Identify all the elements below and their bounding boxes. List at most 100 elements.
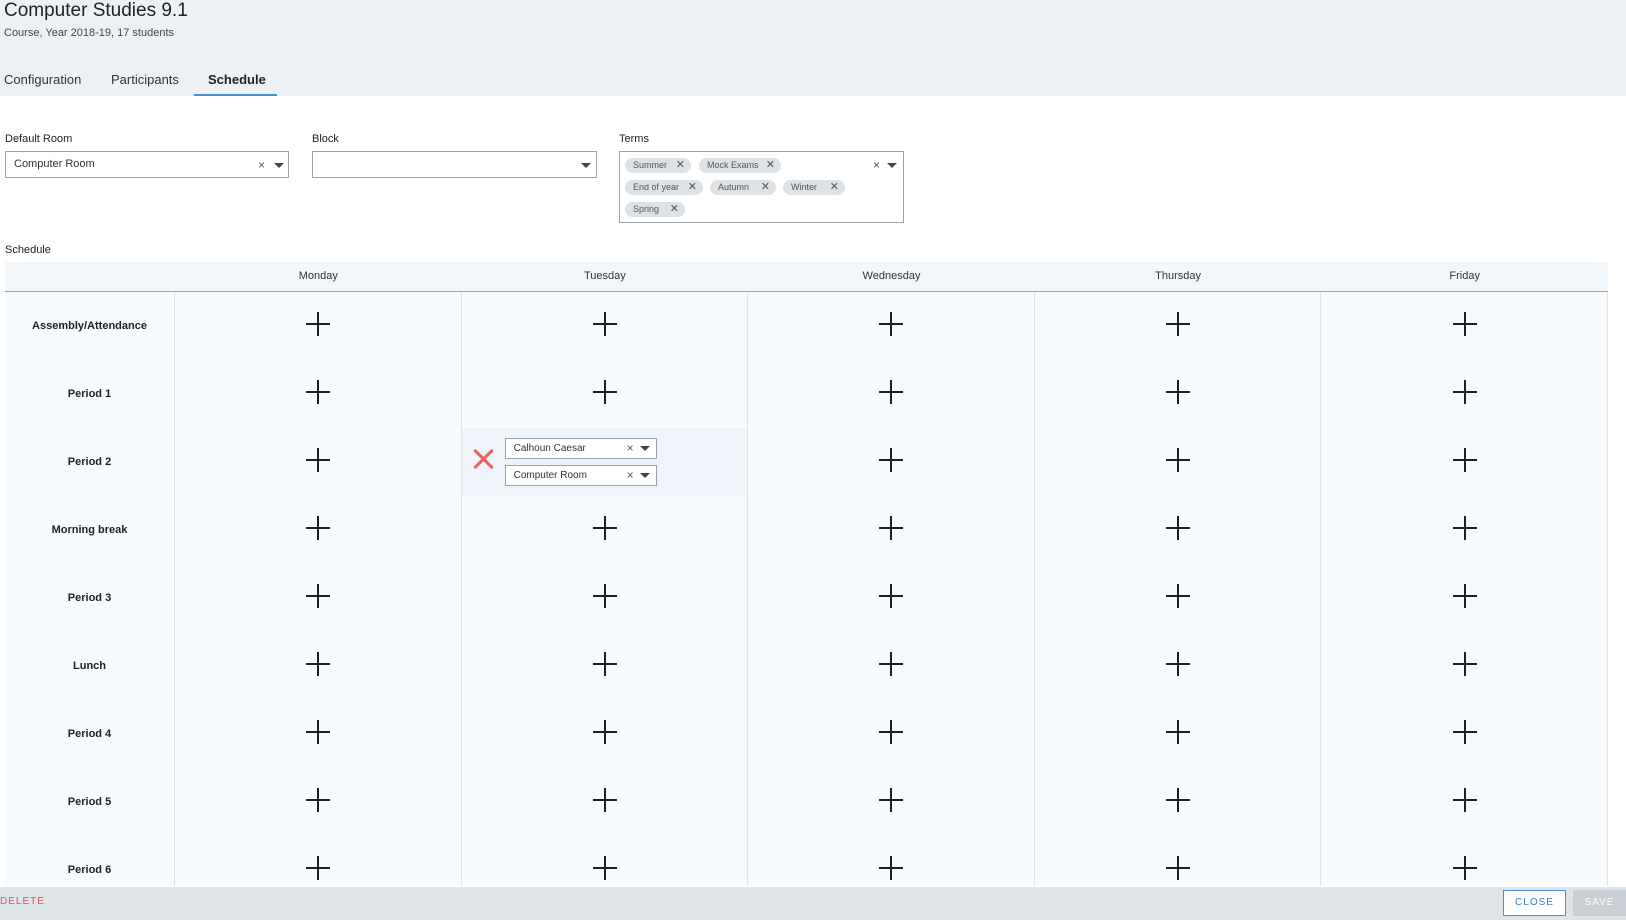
schedule-cell xyxy=(175,836,462,886)
add-slot-icon[interactable] xyxy=(306,380,331,404)
remove-chip-icon[interactable]: ✕ xyxy=(766,158,775,173)
add-slot-icon[interactable] xyxy=(592,380,617,404)
add-slot-icon[interactable] xyxy=(1166,448,1191,472)
add-slot-icon[interactable] xyxy=(879,720,904,744)
add-slot-icon[interactable] xyxy=(879,652,904,676)
add-slot-icon[interactable] xyxy=(879,448,904,472)
schedule-cell xyxy=(175,564,462,632)
remove-chip-icon[interactable]: ✕ xyxy=(761,180,770,195)
add-slot-icon[interactable] xyxy=(879,856,904,880)
terms-multiselect[interactable]: Summer ✕ Mock Exams ✕ End of year ✕ Autumn ✕… xyxy=(619,151,904,223)
period-label: Assembly/Attendance xyxy=(5,292,175,360)
add-slot-icon[interactable] xyxy=(879,380,904,404)
add-slot-icon[interactable] xyxy=(306,516,331,540)
add-slot-icon[interactable] xyxy=(1452,720,1477,744)
block-label: Block xyxy=(312,133,339,145)
teacher-select-clear-icon[interactable]: × xyxy=(627,442,634,454)
term-chip-summer: Summer ✕ xyxy=(625,158,691,173)
schedule-cell xyxy=(1035,564,1322,632)
add-slot-icon[interactable] xyxy=(1166,720,1191,744)
tab-schedule[interactable]: Schedule xyxy=(208,72,266,87)
save-button[interactable]: SAVE xyxy=(1573,890,1626,916)
schedule-cell xyxy=(1321,496,1608,564)
add-slot-icon[interactable] xyxy=(592,720,617,744)
schedule-cell xyxy=(748,768,1035,836)
schedule-cell-assigned: Calhoun Caesar × Computer Room × xyxy=(461,428,749,496)
schedule-cell xyxy=(462,836,749,886)
add-slot-icon[interactable] xyxy=(1166,516,1191,540)
add-slot-icon[interactable] xyxy=(1452,448,1477,472)
add-slot-icon[interactable] xyxy=(879,584,904,608)
add-slot-icon[interactable] xyxy=(1166,652,1191,676)
remove-chip-icon[interactable]: ✕ xyxy=(670,202,679,217)
add-slot-icon[interactable] xyxy=(592,312,617,336)
add-slot-icon[interactable] xyxy=(306,720,331,744)
close-button[interactable]: CLOSE xyxy=(1503,890,1566,916)
add-slot-icon[interactable] xyxy=(306,448,331,472)
period-label: Period 1 xyxy=(5,360,175,428)
page-title: Computer Studies 9.1 xyxy=(4,0,188,21)
schedule-label: Schedule xyxy=(5,244,51,256)
tab-configuration[interactable]: Configuration xyxy=(4,72,81,87)
terms-clear-icon[interactable]: × xyxy=(873,159,880,171)
default-room-select[interactable]: Computer Room × xyxy=(5,151,289,178)
remove-chip-icon[interactable]: ✕ xyxy=(688,180,697,195)
add-slot-icon[interactable] xyxy=(1166,788,1191,812)
add-slot-icon[interactable] xyxy=(1452,312,1477,336)
default-room-clear-icon[interactable]: × xyxy=(258,159,265,171)
add-slot-icon[interactable] xyxy=(1166,856,1191,880)
default-room-chevron-down-icon[interactable] xyxy=(274,163,284,168)
schedule-cell xyxy=(1035,496,1322,564)
add-slot-icon[interactable] xyxy=(1452,788,1477,812)
tab-participants[interactable]: Participants xyxy=(111,72,179,87)
day-header-wednesday: Wednesday xyxy=(862,270,921,282)
room-select[interactable]: Computer Room × xyxy=(504,465,657,486)
teacher-select[interactable]: Calhoun Caesar × xyxy=(504,438,657,459)
schedule-cell xyxy=(175,632,462,700)
add-slot-icon[interactable] xyxy=(879,312,904,336)
add-slot-icon[interactable] xyxy=(592,516,617,540)
add-slot-icon[interactable] xyxy=(306,788,331,812)
schedule-cell xyxy=(462,564,749,632)
add-slot-icon[interactable] xyxy=(592,856,617,880)
add-slot-icon[interactable] xyxy=(1166,380,1191,404)
add-slot-icon[interactable] xyxy=(1452,652,1477,676)
remove-slot-icon[interactable] xyxy=(470,446,496,472)
add-slot-icon[interactable] xyxy=(592,584,617,608)
room-select-clear-icon[interactable]: × xyxy=(627,469,634,481)
add-slot-icon[interactable] xyxy=(1452,516,1477,540)
schedule-cell xyxy=(748,360,1035,428)
add-slot-icon[interactable] xyxy=(306,856,331,880)
term-chip-end-of-year: End of year ✕ xyxy=(625,180,703,195)
add-slot-icon[interactable] xyxy=(879,516,904,540)
add-slot-icon[interactable] xyxy=(306,652,331,676)
add-slot-icon[interactable] xyxy=(1452,380,1477,404)
add-slot-icon[interactable] xyxy=(1452,856,1477,880)
schedule-cell xyxy=(748,836,1035,886)
schedule-cell xyxy=(748,428,1035,496)
block-select[interactable] xyxy=(312,151,597,178)
add-slot-icon[interactable] xyxy=(592,788,617,812)
terms-chevron-down-icon[interactable] xyxy=(887,163,897,168)
add-slot-icon[interactable] xyxy=(306,312,331,336)
room-select-value: Computer Room xyxy=(513,470,587,481)
block-chevron-down-icon[interactable] xyxy=(581,163,591,168)
teacher-select-chevron-down-icon[interactable] xyxy=(639,446,650,451)
schedule-cell xyxy=(1035,700,1322,768)
period-label: Lunch xyxy=(5,632,175,700)
day-header-friday: Friday xyxy=(1449,270,1480,282)
page-subtitle: Course, Year 2018-19, 17 students xyxy=(4,27,175,39)
add-slot-icon[interactable] xyxy=(879,788,904,812)
period-label: Period 5 xyxy=(5,768,175,836)
remove-chip-icon[interactable]: ✕ xyxy=(676,158,685,173)
add-slot-icon[interactable] xyxy=(1166,312,1191,336)
delete-button[interactable]: DELETE xyxy=(0,896,45,907)
add-slot-icon[interactable] xyxy=(1452,584,1477,608)
term-chip-spring: Spring ✕ xyxy=(625,202,685,217)
add-slot-icon[interactable] xyxy=(1166,584,1191,608)
teacher-select-value: Calhoun Caesar xyxy=(513,443,586,454)
room-select-chevron-down-icon[interactable] xyxy=(639,473,650,478)
remove-chip-icon[interactable]: ✕ xyxy=(830,180,839,195)
add-slot-icon[interactable] xyxy=(306,584,331,608)
add-slot-icon[interactable] xyxy=(592,652,617,676)
